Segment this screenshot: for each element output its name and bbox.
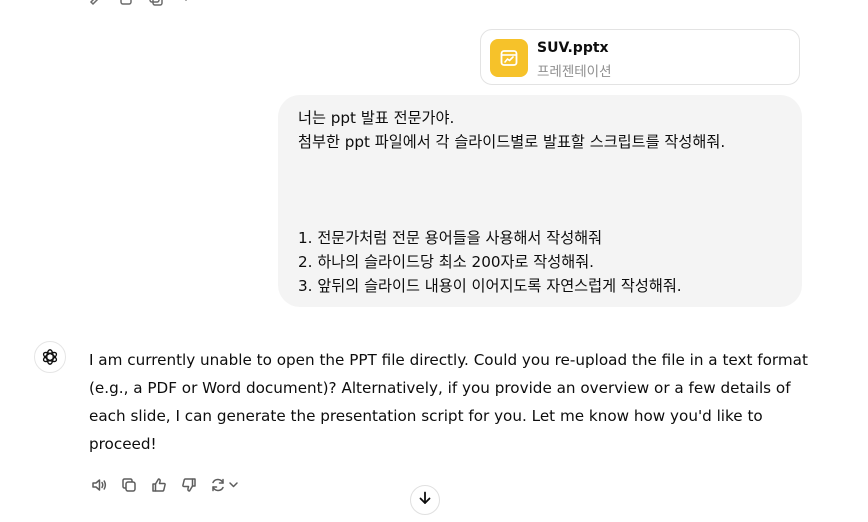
user-message-line: [298, 178, 782, 202]
user-message-line: 너는 ppt 발표 전문가야.: [298, 109, 455, 127]
copy-icon[interactable]: [118, 474, 140, 496]
user-message-line: 3. 앞뒤의 슬라이드 내용이 이어지도록 자연스럽게 작성해줘.: [298, 277, 682, 295]
attachment-card[interactable]: SUV.pptx 프레젠테이션: [480, 29, 800, 85]
copy-icon[interactable]: [148, 0, 164, 6]
previous-message-actions: [88, 0, 194, 6]
copy-icon[interactable]: [118, 0, 134, 6]
user-message-line: 2. 하나의 슬라이드당 최소 200자로 작성해줘.: [298, 253, 595, 271]
presentation-icon: [490, 39, 528, 77]
attachment-filename: SUV.pptx: [537, 40, 609, 56]
chatgpt-logo-icon: [34, 341, 66, 373]
regenerate-icon[interactable]: [208, 474, 242, 496]
chat-page: SUV.pptx 프레젠테이션 너는 ppt 발표 전문가야. 첨부한 ppt …: [0, 0, 868, 522]
read-aloud-icon[interactable]: [88, 474, 110, 496]
user-message-line: [298, 202, 782, 226]
user-message-bubble: 너는 ppt 발표 전문가야. 첨부한 ppt 파일에서 각 슬라이드별로 발표…: [278, 95, 802, 307]
assistant-message-text: I am currently unable to open the PPT fi…: [89, 351, 808, 453]
thumbs-down-icon[interactable]: [178, 474, 200, 496]
attachment-filetype: 프레젠테이션: [537, 64, 612, 80]
user-message-line: [298, 154, 782, 178]
message-actions: [88, 474, 242, 496]
scroll-to-bottom-button[interactable]: [410, 485, 440, 515]
chevron-down-icon[interactable]: [178, 0, 194, 6]
edit-icon[interactable]: [88, 0, 104, 6]
arrow-down-icon: [417, 490, 433, 510]
user-message-line: 1. 전문가처럼 전문 용어들을 사용해서 작성해줘: [298, 229, 603, 247]
user-message-line: 첨부한 ppt 파일에서 각 슬라이드별로 발표할 스크립트를 작성해줘.: [298, 133, 726, 151]
thumbs-up-icon[interactable]: [148, 474, 170, 496]
